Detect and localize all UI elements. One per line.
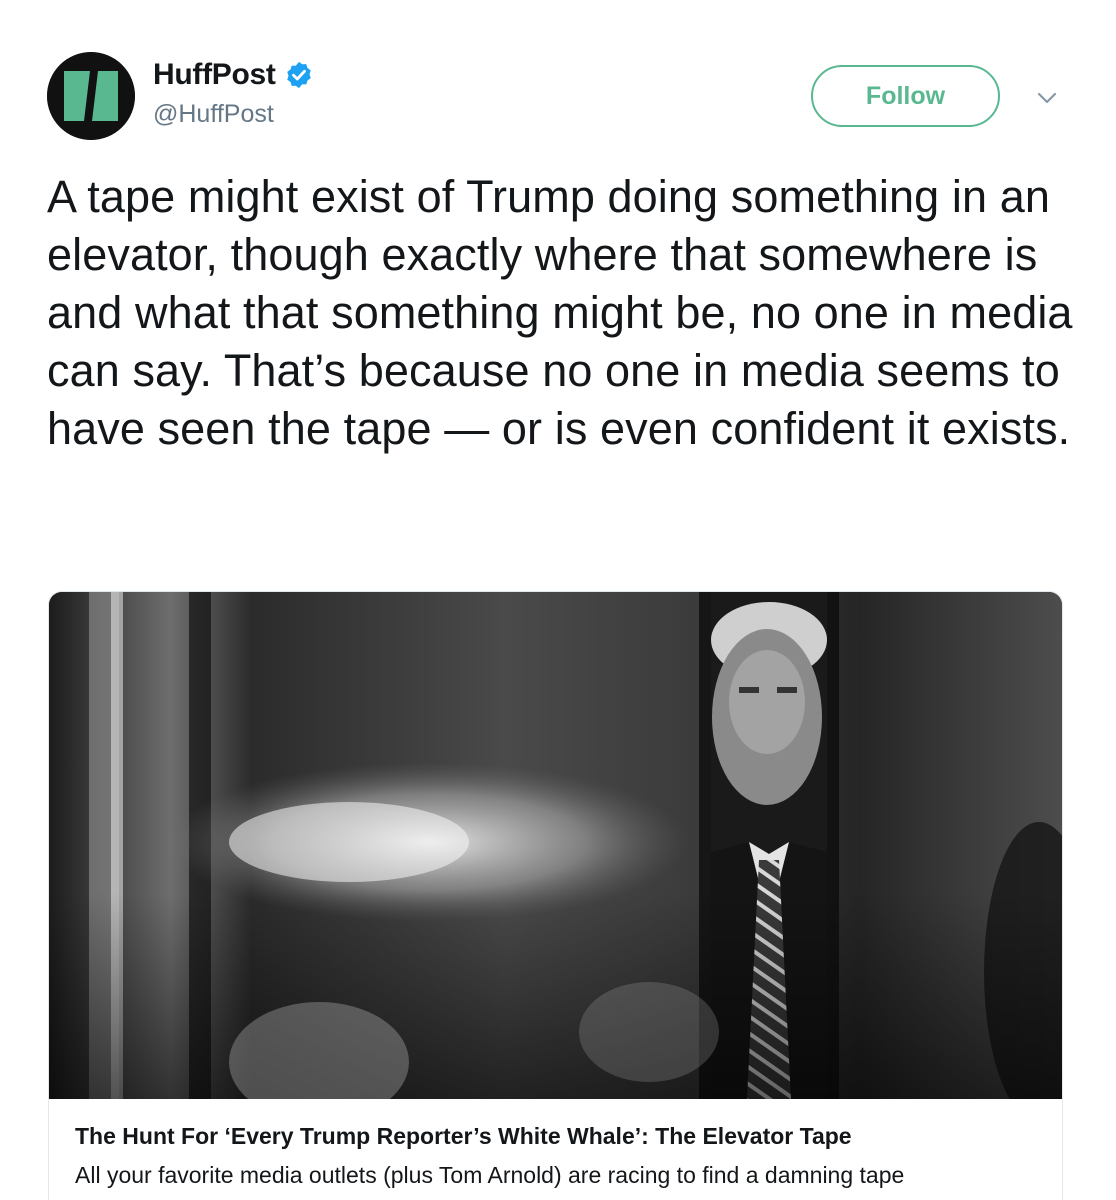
chevron-down-icon[interactable] xyxy=(1033,84,1061,112)
link-card[interactable]: The Hunt For ‘Every Trump Reporter’s Whi… xyxy=(48,591,1063,1200)
card-title[interactable]: The Hunt For ‘Every Trump Reporter’s Whi… xyxy=(75,1123,1036,1150)
avatar[interactable] xyxy=(47,52,135,140)
card-description: All your favorite media outlets (plus To… xyxy=(75,1162,905,1188)
name-row: HuffPost xyxy=(153,58,314,92)
article-photo xyxy=(49,592,1062,1099)
display-name[interactable]: HuffPost xyxy=(153,58,276,92)
verified-badge-icon xyxy=(286,61,311,89)
handle[interactable]: @HuffPost xyxy=(153,100,314,129)
follow-button[interactable]: Follow xyxy=(811,65,1000,127)
huffpost-logo-icon xyxy=(47,52,135,140)
author-block: HuffPost @HuffPost xyxy=(153,58,314,129)
tweet-text: A tape might exist of Trump doing someth… xyxy=(47,171,1073,454)
tweet: HuffPost @HuffPost Follow A tape might e… xyxy=(0,0,1116,1200)
card-body: The Hunt For ‘Every Trump Reporter’s Whi… xyxy=(49,1099,1062,1189)
